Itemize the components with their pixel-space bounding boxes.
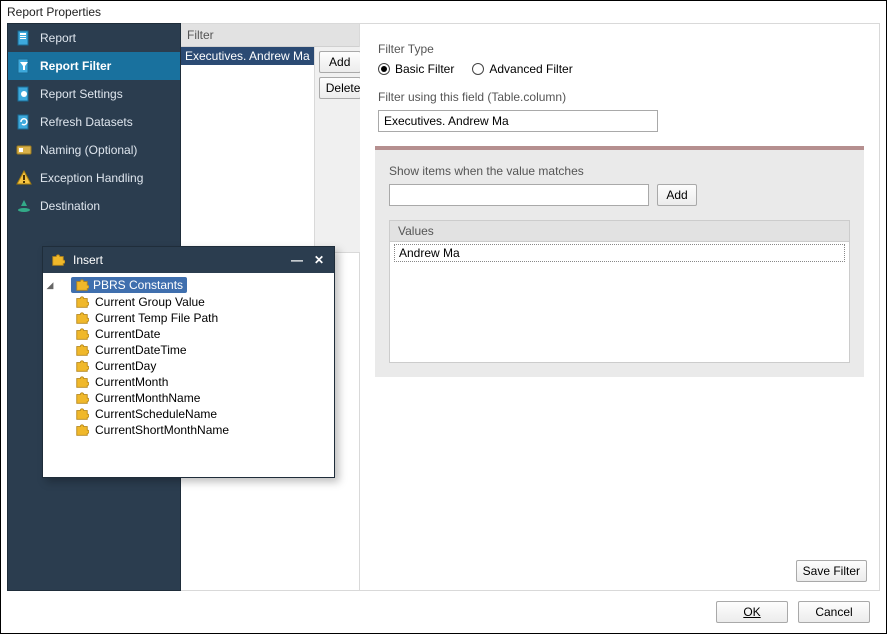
filter-delete-button[interactable]: Delete [319,77,361,99]
tree-item-label: Current Group Value [95,295,205,309]
basic-filter-radio[interactable]: Basic Filter [378,62,454,76]
tree-root-pbrs-constants[interactable]: PBRS Constants [71,277,187,293]
insert-popup-title: Insert [73,253,103,267]
insert-popup-titlebar: Insert — ✕ [43,247,334,273]
puzzle-icon [75,295,89,309]
sidebar-label: Naming (Optional) [40,143,137,157]
sidebar-item-exception-handling[interactable]: Exception Handling [8,164,180,192]
match-add-button[interactable]: Add [657,184,697,206]
window-title: Report Properties [1,1,886,23]
insert-tree[interactable]: ◢ PBRS Constants Current Group Value Curr… [43,273,334,477]
sidebar-item-report[interactable]: Report [8,24,180,52]
tree-item-label: Current Temp File Path [95,311,218,325]
radio-label: Basic Filter [395,62,454,76]
tree-item[interactable]: CurrentDate [45,326,332,342]
tree-item[interactable]: Current Group Value [45,294,332,310]
match-values-section: Show items when the value matches Add Va… [375,146,864,377]
radio-label: Advanced Filter [489,62,572,76]
tree-item[interactable]: CurrentMonthName [45,390,332,406]
dialog-buttons: OK Cancel [716,601,870,623]
filter-type-radios: Basic Filter Advanced Filter [378,62,861,76]
values-list[interactable]: Andrew Ma [390,242,849,362]
puzzle-icon [75,343,89,357]
puzzle-icon [75,359,89,373]
tree-item[interactable]: CurrentDateTime [45,342,332,358]
insert-popup: Insert — ✕ ◢ PBRS Constants Current Grou… [42,246,335,478]
sidebar-item-naming[interactable]: Naming (Optional) [8,136,180,164]
destination-icon [16,198,32,214]
puzzle-icon [75,407,89,421]
radio-dot-icon [378,63,390,75]
tree-item[interactable]: CurrentScheduleName [45,406,332,422]
puzzle-icon [75,423,89,437]
filter-list[interactable]: Executives. Andrew Ma [181,47,315,252]
advanced-filter-radio[interactable]: Advanced Filter [472,62,572,76]
sidebar-label: Report Filter [40,59,111,73]
filter-field-input[interactable] [378,110,658,132]
sidebar-item-report-filter[interactable]: Report Filter [8,52,180,80]
sidebar-label: Report [40,31,76,45]
puzzle-icon [75,311,89,325]
cancel-button[interactable]: Cancel [798,601,870,623]
tree-item-label: CurrentDay [95,359,156,373]
puzzle-icon [75,391,89,405]
filter-editor-panel: Filter Type Basic Filter Advanced Filter… [360,23,880,591]
tree-item-label: CurrentMonth [95,375,168,389]
puzzle-icon [51,253,65,267]
sidebar-label: Exception Handling [40,171,143,185]
sidebar-item-report-settings[interactable]: Report Settings [8,80,180,108]
match-label: Show items when the value matches [389,164,850,178]
minimize-icon[interactable]: — [290,253,304,267]
report-icon [16,30,32,46]
tree-item-label: CurrentMonthName [95,391,200,405]
tree-root-label: PBRS Constants [93,278,183,292]
puzzle-icon [75,375,89,389]
tree-item[interactable]: CurrentShortMonthName [45,422,332,438]
tree-item-label: CurrentScheduleName [95,407,217,421]
tree-item[interactable]: CurrentDay [45,358,332,374]
filter-list-item[interactable]: Executives. Andrew Ma [181,47,314,65]
warning-icon [16,170,32,186]
match-value-input[interactable] [389,184,649,206]
radio-dot-icon [472,63,484,75]
filter-icon [16,58,32,74]
ok-button[interactable]: OK [716,601,788,623]
tree-item-label: CurrentDateTime [95,343,187,357]
sidebar-label: Refresh Datasets [40,115,133,129]
report-properties-dialog: Report Properties Report Report Filter R… [0,0,887,634]
close-icon[interactable]: ✕ [312,253,326,267]
settings-icon [16,86,32,102]
tree-item-label: CurrentDate [95,327,160,341]
save-filter-button[interactable]: Save Filter [796,560,867,582]
sidebar-label: Report Settings [40,87,123,101]
filter-list-header: Filter [181,24,359,47]
sidebar-label: Destination [40,199,100,213]
puzzle-icon [75,278,89,292]
filter-add-button[interactable]: Add [319,51,361,73]
tree-item-label: CurrentShortMonthName [95,423,229,437]
filter-list-buttons: Add Delete [315,47,365,252]
sidebar-item-destination[interactable]: Destination [8,192,180,220]
value-item[interactable]: Andrew Ma [394,244,845,262]
values-header: Values [390,221,849,242]
tree-item[interactable]: CurrentMonth [45,374,332,390]
filter-field-label: Filter using this field (Table.column) [378,90,861,104]
naming-icon [16,142,32,158]
sidebar-item-refresh-datasets[interactable]: Refresh Datasets [8,108,180,136]
filter-type-label: Filter Type [378,42,861,56]
puzzle-icon [75,327,89,341]
tree-item[interactable]: Current Temp File Path [45,310,332,326]
refresh-icon [16,114,32,130]
tree-expander[interactable]: ◢ [45,280,55,291]
